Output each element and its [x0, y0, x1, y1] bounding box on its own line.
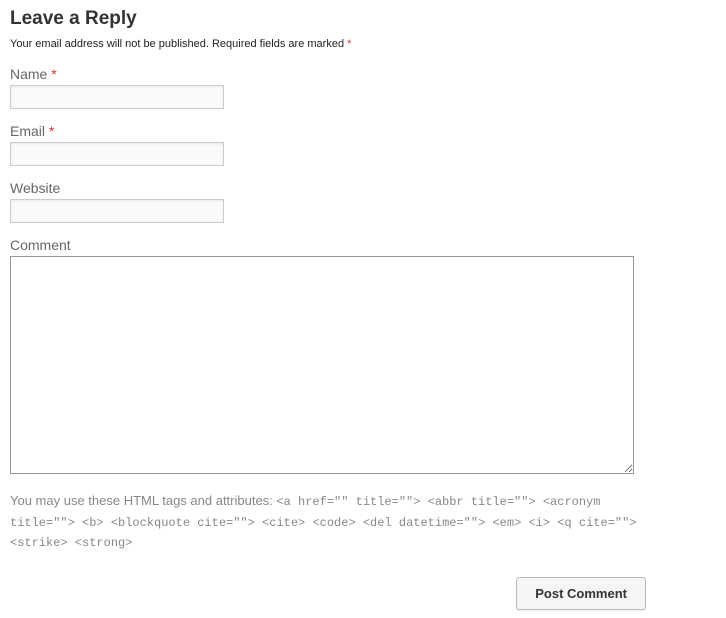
- comment-label: Comment: [10, 237, 716, 253]
- website-input[interactable]: [10, 199, 224, 223]
- allowed-tags-note: You may use these HTML tags and attribut…: [10, 491, 640, 553]
- required-fields-notice: Your email address will not be published…: [10, 38, 716, 50]
- email-input[interactable]: [10, 142, 224, 166]
- website-label-text: Website: [10, 180, 60, 196]
- submit-row: Post Comment: [10, 577, 646, 610]
- comment-field-group: Comment: [10, 237, 716, 477]
- website-label: Website: [10, 180, 716, 196]
- email-field-group: Email *: [10, 123, 716, 166]
- comment-label-text: Comment: [10, 237, 71, 253]
- post-comment-button[interactable]: Post Comment: [516, 577, 646, 610]
- website-field-group: Website: [10, 180, 716, 223]
- allowed-tags-intro: You may use these HTML tags and attribut…: [10, 493, 276, 508]
- email-label: Email *: [10, 123, 716, 139]
- reply-title: Leave a Reply: [10, 8, 716, 30]
- notice-text: Your email address will not be published…: [10, 38, 347, 50]
- name-field-group: Name *: [10, 66, 716, 109]
- name-required-asterisk: *: [51, 66, 56, 82]
- email-required-asterisk: *: [49, 123, 54, 139]
- email-label-text: Email: [10, 123, 45, 139]
- name-label: Name *: [10, 66, 716, 82]
- name-input[interactable]: [10, 85, 224, 109]
- notice-asterisk: *: [347, 38, 351, 50]
- name-label-text: Name: [10, 66, 47, 82]
- comment-textarea[interactable]: [10, 256, 634, 474]
